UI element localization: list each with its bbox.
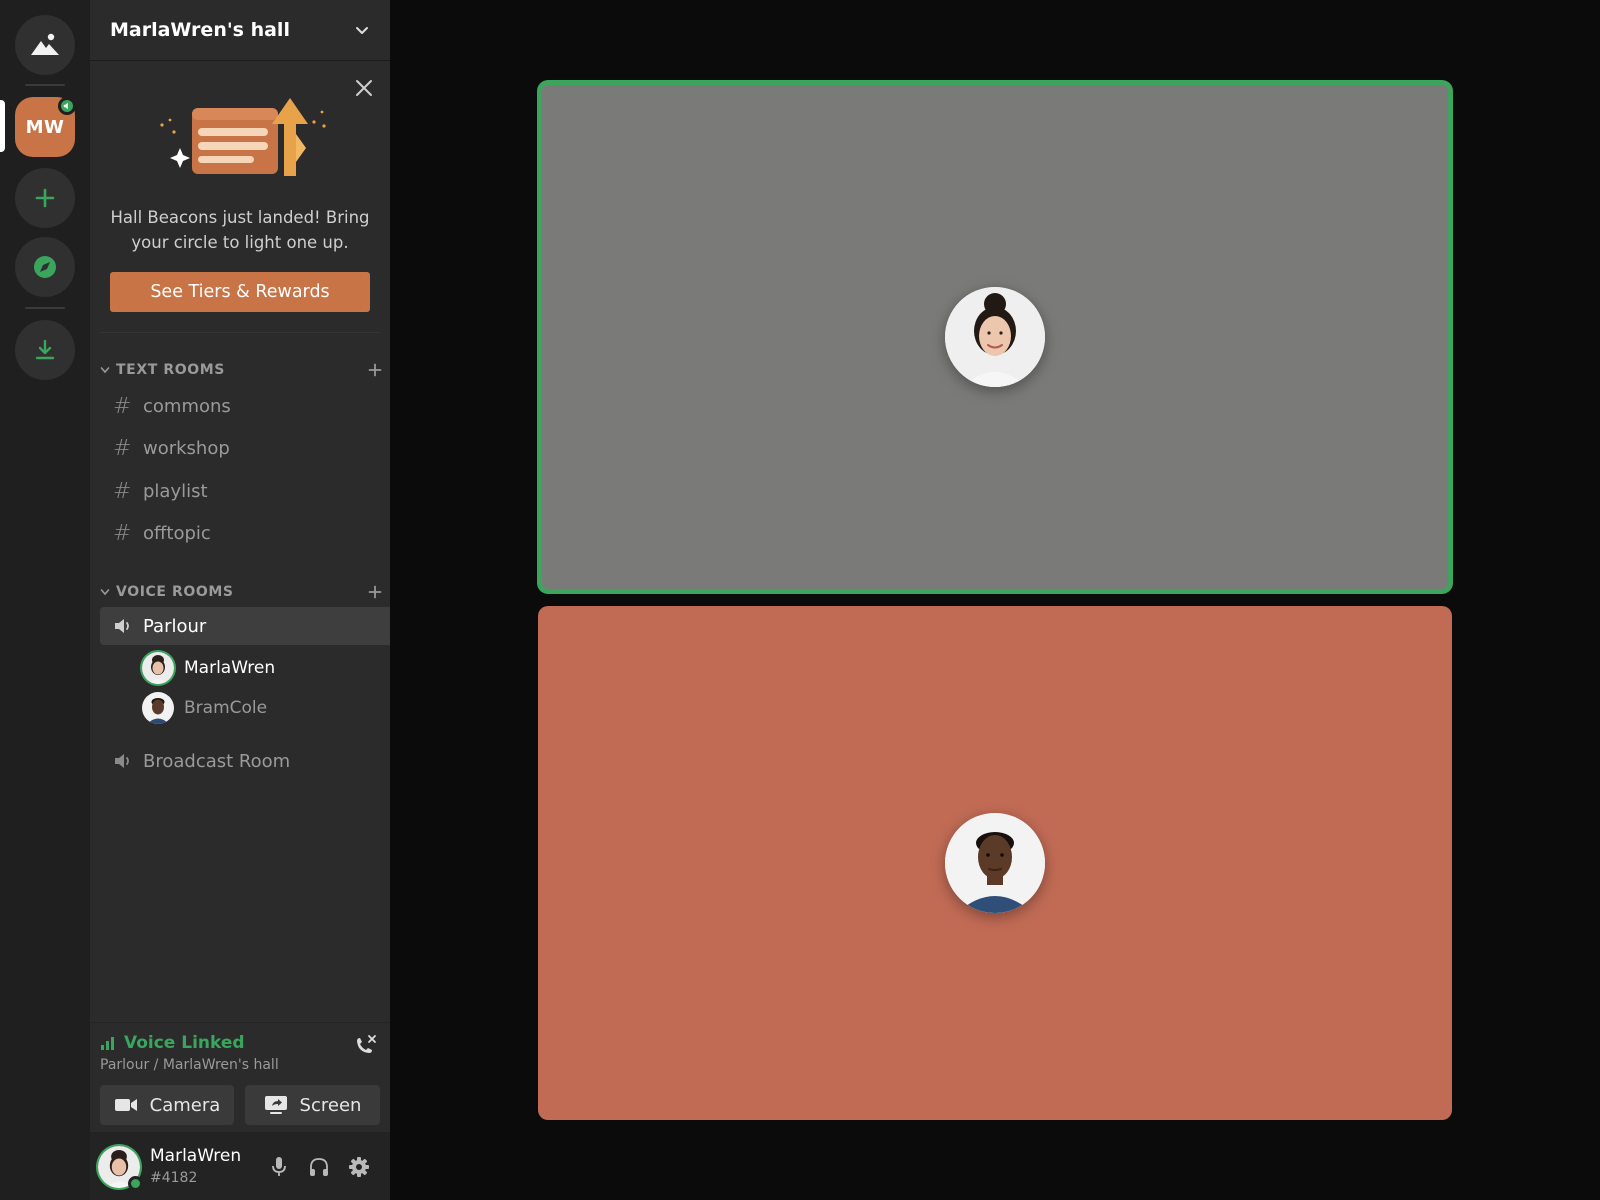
voice-status[interactable]: Voice Linked (124, 1033, 245, 1053)
hash-icon: # (113, 435, 132, 461)
text-rooms-category[interactable]: TEXT ROOMS (100, 360, 382, 380)
gear-icon (349, 1157, 369, 1177)
avatar (142, 692, 174, 724)
download-icon (35, 339, 55, 360)
hash-icon: # (113, 520, 132, 546)
beacon-illustration (160, 98, 326, 176)
screen-share-button[interactable]: Screen (245, 1085, 380, 1125)
video-tile[interactable] (538, 606, 1452, 1120)
add-channel-icon[interactable] (368, 363, 382, 377)
mute-button[interactable] (264, 1152, 294, 1182)
video-camera-icon (114, 1099, 137, 1111)
speaker-badge-icon (63, 102, 68, 110)
voice-active-badge (58, 97, 76, 115)
server-rail: MW (0, 0, 90, 1200)
woman-avatar-icon (142, 652, 174, 684)
hash-icon: # (113, 393, 132, 419)
channel-name: playlist (143, 480, 208, 502)
download-button[interactable] (15, 320, 75, 380)
microphone-icon (272, 1157, 286, 1176)
see-tiers-rewards-button[interactable]: See Tiers & Rewards (110, 272, 370, 312)
signal-bars-icon (101, 1037, 114, 1050)
user-name: MarlaWren (150, 1146, 242, 1166)
close-icon (356, 80, 372, 96)
disconnect-button[interactable] (352, 1033, 378, 1059)
user-tag: #4182 (150, 1170, 198, 1186)
mountain-icon (31, 33, 59, 55)
category-label: VOICE ROOMS (116, 584, 234, 600)
home-button[interactable] (15, 15, 75, 75)
channel-playlist[interactable]: # playlist (100, 472, 390, 510)
explore-button[interactable] (15, 237, 75, 297)
man-avatar-icon (945, 813, 1045, 913)
promo-close-button[interactable] (352, 76, 376, 100)
voice-location: Parlour / MarlaWren's hall (100, 1057, 279, 1073)
server-initials: MW (25, 116, 65, 138)
voice-channel-broadcast-room[interactable]: Broadcast Room (100, 742, 390, 780)
member-name: MarlaWren (184, 658, 276, 678)
channel-name: Broadcast Room (143, 750, 291, 772)
video-tile-speaking[interactable] (538, 81, 1452, 593)
chevron-down-icon (100, 589, 110, 596)
promo-message: Hall Beacons just landed! Bring your cir… (110, 208, 370, 252)
avatar (142, 652, 174, 684)
speaker-icon (115, 619, 129, 633)
add-channel-icon[interactable] (368, 585, 382, 599)
screen-label: Screen (299, 1094, 362, 1116)
plus-icon (35, 188, 55, 208)
channel-sidebar: MarlaWren's hall Hall Beacons just lande… (90, 0, 390, 1200)
active-server-indicator (0, 100, 5, 152)
headphones-icon (310, 1158, 328, 1176)
online-status-dot (128, 1176, 143, 1191)
hall-title: MarlaWren's hall (110, 19, 290, 41)
man-avatar-icon (142, 692, 174, 724)
woman-avatar-icon (945, 287, 1045, 387)
voice-member[interactable]: BramCole (142, 690, 267, 726)
camera-label: Camera (149, 1094, 221, 1116)
hall-header[interactable]: MarlaWren's hall (90, 0, 390, 61)
category-label: TEXT ROOMS (116, 362, 225, 378)
camera-button[interactable]: Camera (100, 1085, 234, 1125)
speaker-icon (115, 754, 129, 768)
voice-connection-panel: Voice Linked Parlour / MarlaWren's hall … (90, 1022, 390, 1132)
channel-offtopic[interactable]: # offtopic (100, 514, 390, 552)
channel-name: workshop (143, 437, 230, 459)
channel-name: commons (143, 395, 231, 417)
user-panel: MarlaWren #4182 (90, 1132, 390, 1200)
chevron-down-icon (100, 367, 110, 374)
rail-divider (25, 84, 65, 86)
channel-workshop[interactable]: # workshop (100, 429, 390, 467)
channel-commons[interactable]: # commons (100, 387, 390, 425)
rail-divider (25, 307, 65, 309)
channel-name: Parlour (143, 615, 207, 637)
compass-icon (34, 256, 56, 278)
promo-divider (100, 332, 380, 333)
screen-share-icon (264, 1096, 287, 1114)
add-server-button[interactable] (15, 168, 75, 228)
voice-member[interactable]: MarlaWren (142, 650, 275, 686)
deafen-button[interactable] (304, 1152, 334, 1182)
voice-rooms-category[interactable]: VOICE ROOMS (100, 582, 382, 602)
member-name: BramCole (184, 698, 268, 718)
settings-button[interactable] (344, 1152, 374, 1182)
voice-channel-parlour[interactable]: Parlour (100, 607, 390, 645)
phone-disconnect-icon (357, 1035, 376, 1053)
chevron-down-icon (356, 27, 368, 34)
participant-avatar (945, 287, 1045, 387)
hash-icon: # (113, 478, 132, 504)
participant-avatar (945, 813, 1045, 913)
channel-name: offtopic (143, 522, 211, 544)
